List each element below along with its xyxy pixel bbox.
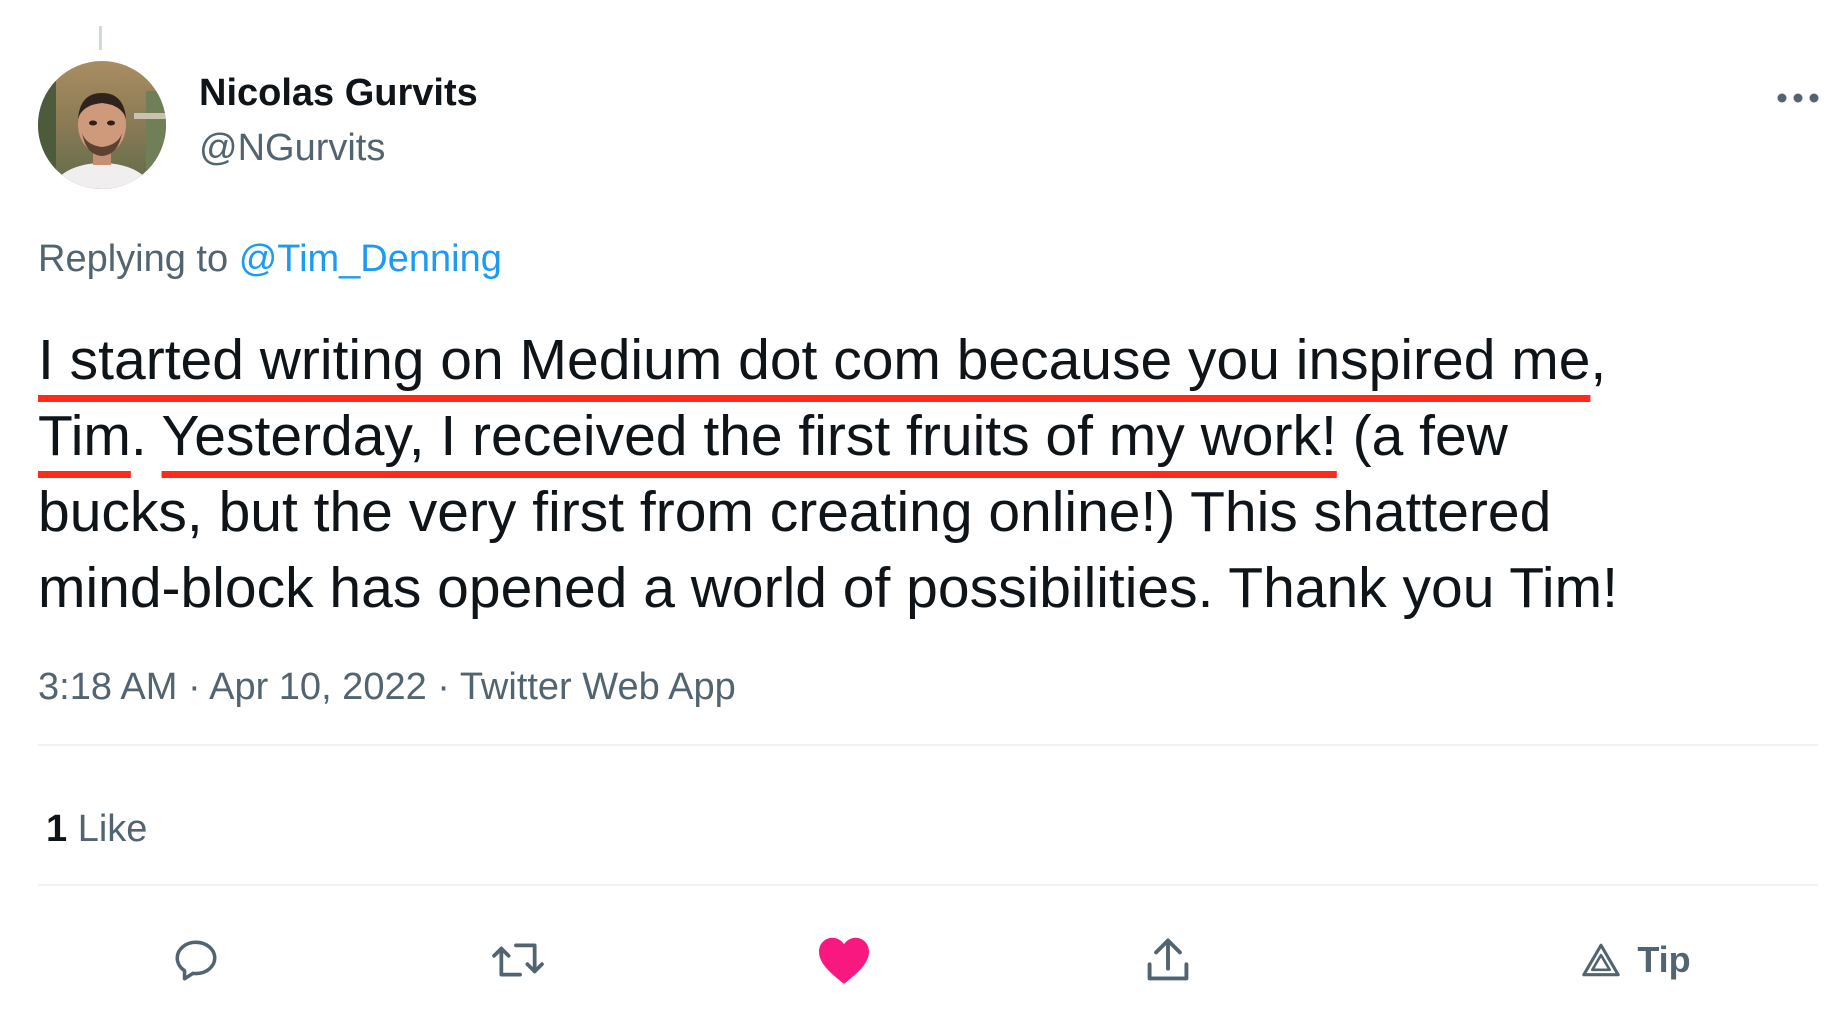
tip-icon xyxy=(1582,943,1621,977)
tweet-text-segment: , xyxy=(1590,328,1607,392)
more-options-button[interactable] xyxy=(1770,70,1826,126)
tweet-metadata: 3:18 AM · Apr 10, 2022 · Twitter Web App xyxy=(38,666,736,709)
thread-connector-line xyxy=(99,26,102,50)
share-icon xyxy=(1147,938,1189,981)
share-button[interactable] xyxy=(1138,930,1198,990)
tweet-text-segment: (a few xyxy=(1336,404,1508,468)
reply-button[interactable] xyxy=(166,930,226,990)
meta-separator: · xyxy=(187,666,201,708)
tweet-text-line: bucks, but the very first from creating … xyxy=(38,474,1818,550)
avatar-image xyxy=(38,61,166,189)
heart-filled-icon xyxy=(819,937,869,984)
tweet-text-line: Tim. Yesterday, I received the first fru… xyxy=(38,398,1818,474)
divider xyxy=(38,884,1818,886)
replying-to-line: Replying to @Tim_Denning xyxy=(38,238,502,281)
retweet-button[interactable] xyxy=(486,930,550,990)
tweet-text-line: I started writing on Medium dot com beca… xyxy=(38,322,1818,398)
tweet-text: I started writing on Medium dot com beca… xyxy=(38,322,1818,626)
meta-separator: · xyxy=(437,666,450,708)
author-display-name[interactable]: Nicolas Gurvits xyxy=(199,72,478,115)
reply-icon xyxy=(175,940,217,981)
underlined-text-segment: Tim xyxy=(38,404,131,468)
tweet-text-line: mind-block has opened a world of possibi… xyxy=(38,550,1818,626)
divider xyxy=(38,744,1818,746)
likes-stat[interactable]: 1 Like xyxy=(46,808,147,851)
tweet-text-segment: bucks, but the very first from creating … xyxy=(38,480,1552,544)
author-handle[interactable]: @NGurvits xyxy=(199,127,385,170)
more-dots-icon xyxy=(1777,93,1819,103)
like-button[interactable] xyxy=(814,930,874,990)
replying-to-label: Replying to xyxy=(38,238,229,280)
tweet-source-link[interactable]: Twitter Web App xyxy=(460,666,736,708)
underlined-text-segment: Yesterday, I received the first fruits o… xyxy=(161,404,1337,468)
tweet-date[interactable]: Apr 10, 2022 xyxy=(209,666,427,708)
like-count: 1 xyxy=(46,808,68,850)
tweet-text-segment: mind-block has opened a world of possibi… xyxy=(38,556,1618,620)
tweet-time[interactable]: 3:18 AM xyxy=(38,666,177,708)
retweet-icon xyxy=(492,943,544,977)
like-label: Like xyxy=(77,808,148,850)
reply-mention-link[interactable]: @Tim_Denning xyxy=(239,238,502,280)
avatar[interactable] xyxy=(38,61,166,189)
tip-label: Tip xyxy=(1637,939,1691,980)
tip-button[interactable]: Tip xyxy=(1566,930,1706,990)
underlined-text-segment: I started writing on Medium dot com beca… xyxy=(38,328,1591,392)
tweet-text-segment: . xyxy=(130,404,162,468)
